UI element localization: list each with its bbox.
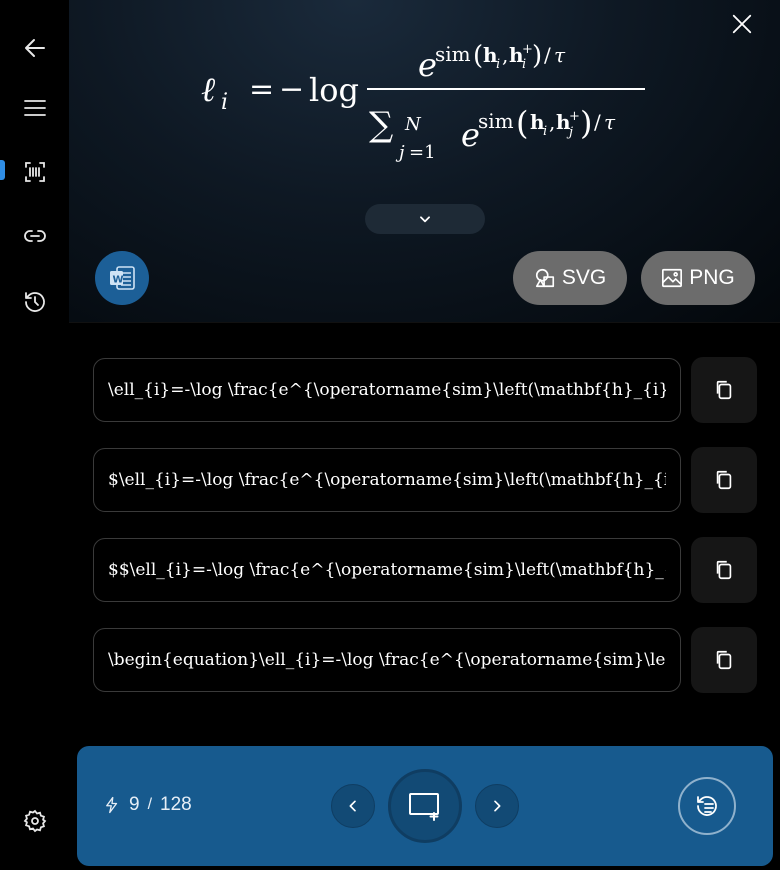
display-math-code-text: $$\ell_{i}=-\log \frac{e^{\operatorname{… (108, 560, 666, 580)
svg-label: SVG (561, 266, 607, 289)
svg-text:): ) (580, 104, 592, 142)
svg-text:ℓ: ℓ (201, 70, 215, 110)
svg-text:+: + (569, 109, 580, 124)
link-icon (24, 230, 46, 242)
inline-math-code-row[interactable]: $\ell_{i}=-\log \frac{e^{\operatorname{s… (93, 448, 681, 512)
svg-text:i: i (543, 124, 547, 139)
latex-code-text: \ell_{i}=-\log \frac{e^{\operatorname{si… (108, 380, 666, 400)
svg-text:,: , (502, 43, 508, 67)
formula-preview: ℓ i = − log e sim ( h i , h + i ) / τ ∑ … (69, 0, 780, 323)
svg-export-button[interactable]: SVG (513, 251, 627, 305)
svg-text:i: i (496, 57, 500, 72)
svg-text:j: j (395, 142, 405, 163)
word-doc-icon: W (110, 266, 135, 290)
history-icon (25, 292, 45, 312)
history-button[interactable] (14, 281, 56, 323)
svg-text:log: log (309, 71, 359, 109)
settings-button[interactable] (14, 800, 56, 842)
quota-used: 9 (129, 794, 140, 815)
svg-text:sim: sim (478, 109, 514, 133)
quota-counter: 9 / 128 (103, 794, 192, 816)
history-list-icon (697, 796, 717, 816)
copy-icon (716, 560, 732, 580)
close-button[interactable] (728, 10, 756, 38)
svg-text:): ) (532, 41, 542, 71)
screen-capture-icon (409, 793, 439, 821)
close-icon (732, 14, 752, 34)
active-indicator (0, 160, 5, 180)
chevron-left-icon (349, 800, 356, 812)
svg-text:i: i (221, 90, 228, 115)
svg-text:,: , (549, 110, 555, 134)
copy-icon (716, 650, 732, 670)
shapes-icon (535, 268, 554, 288)
capture-button[interactable] (388, 769, 462, 843)
expand-button[interactable] (365, 204, 485, 234)
png-export-button[interactable]: PNG (641, 251, 755, 305)
previous-button[interactable] (331, 784, 375, 828)
copy-icon (716, 380, 732, 400)
menu-button[interactable] (14, 87, 56, 129)
svg-text:(: ( (516, 104, 528, 142)
history-recognize-button[interactable] (678, 777, 736, 835)
svg-text:τ: τ (554, 43, 566, 67)
inline-math-code-text: $\ell_{i}=-\log \frac{e^{\operatorname{s… (108, 470, 666, 490)
chevron-down-icon (420, 216, 430, 223)
word-export-button[interactable]: W (95, 251, 149, 305)
equation-env-code-row[interactable]: \begin{equation}\ell_{i}=-\log \frac{e^{… (93, 628, 681, 692)
link-button[interactable] (14, 215, 56, 257)
latex-code-row[interactable]: \ell_{i}=-\log \frac{e^{\operatorname{si… (93, 358, 681, 422)
svg-text:=: = (249, 72, 274, 107)
copy-button[interactable] (691, 447, 757, 513)
hamburger-icon (24, 100, 46, 116)
image-icon (662, 268, 683, 288)
svg-text:∑: ∑ (369, 105, 393, 145)
equation-env-code-text: \begin{equation}\ell_{i}=-\log \frac{e^{… (108, 650, 666, 670)
quota-total: 128 (160, 794, 192, 815)
sidebar (0, 0, 69, 870)
png-label: PNG (689, 266, 735, 289)
scan-barcode-icon (25, 162, 45, 182)
copy-button[interactable] (691, 537, 757, 603)
svg-text:−: − (279, 72, 304, 107)
svg-text:/: / (544, 43, 551, 67)
svg-text:W: W (113, 275, 124, 286)
gear-icon (23, 809, 47, 833)
svg-text:(: ( (473, 41, 483, 71)
lightning-icon (106, 796, 118, 814)
bottom-toolbar: 9 / 128 (77, 746, 773, 866)
svg-text:N: N (404, 114, 422, 135)
quota-separator: / (147, 796, 153, 813)
formula-graphic: ℓ i = − log e sim ( h i , h + i ) / τ ∑ … (201, 41, 645, 163)
next-button[interactable] (475, 784, 519, 828)
copy-button[interactable] (691, 357, 757, 423)
copy-button[interactable] (691, 627, 757, 693)
svg-text:/: / (594, 110, 601, 134)
back-arrow-icon (25, 39, 45, 57)
back-button[interactable] (14, 27, 56, 69)
chevron-right-icon (494, 800, 501, 812)
copy-icon (716, 470, 732, 490)
svg-text:=1: =1 (409, 142, 436, 163)
rendered-formula: ℓ i = − log e sim ( h i , h + i ) / τ ∑ … (199, 36, 659, 176)
display-math-code-row[interactable]: $$\ell_{i}=-\log \frac{e^{\operatorname{… (93, 538, 681, 602)
svg-text:sim: sim (435, 42, 471, 66)
svg-text:i: i (522, 57, 526, 72)
svg-text:τ: τ (604, 110, 616, 134)
scan-button[interactable] (14, 151, 56, 193)
